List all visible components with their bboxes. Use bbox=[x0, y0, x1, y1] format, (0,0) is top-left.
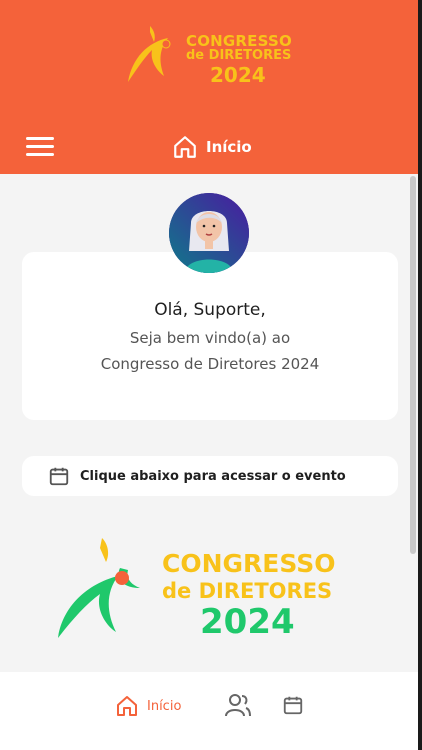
calendar-icon bbox=[283, 696, 303, 715]
device-edge bbox=[418, 0, 422, 750]
menu-icon[interactable] bbox=[26, 137, 54, 157]
welcome-line-1: Seja bem vindo(a) ao bbox=[129, 329, 291, 347]
banner-line-2: de DIRETORES bbox=[162, 579, 333, 603]
avatar[interactable] bbox=[169, 193, 249, 273]
app-header: CONGRESSO de DIRETORES 2024 Início bbox=[0, 0, 418, 174]
logo-figure-icon bbox=[128, 26, 171, 82]
logo-line-2: de DIRETORES bbox=[186, 48, 292, 63]
user-avatar-icon bbox=[169, 193, 249, 273]
access-event-label: Clique abaixo para acessar o evento bbox=[80, 468, 346, 484]
tab-calendar[interactable] bbox=[282, 693, 304, 717]
welcome-card: Olá, Suporte, Seja bem vindo(a) ao Congr… bbox=[22, 252, 398, 420]
banner-figure-icon bbox=[58, 538, 140, 638]
event-banner[interactable]: CONGRESSO de DIRETORES 2024 bbox=[54, 536, 350, 644]
logo-line-3: 2024 bbox=[210, 63, 266, 87]
tab-home[interactable]: Início bbox=[115, 694, 181, 718]
tab-home-label: Início bbox=[147, 698, 182, 714]
home-icon bbox=[174, 136, 196, 158]
tab-people[interactable] bbox=[224, 692, 252, 718]
greeting-text: Olá, Suporte, bbox=[154, 300, 266, 320]
welcome-line-2: Congresso de Diretores 2024 bbox=[100, 355, 320, 373]
page-title: Início bbox=[172, 133, 252, 161]
banner-line-3: 2024 bbox=[200, 602, 295, 642]
scrollbar[interactable] bbox=[410, 176, 416, 554]
bottom-nav bbox=[0, 672, 418, 750]
home-icon bbox=[117, 696, 137, 716]
access-event-button[interactable]: Clique abaixo para acessar o evento bbox=[22, 456, 398, 496]
banner-line-1: CONGRESSO bbox=[162, 549, 336, 578]
calendar-icon bbox=[49, 467, 69, 486]
page-title-label: Início bbox=[206, 138, 252, 156]
app-screen: CONGRESSO de DIRETORES 2024 Início Olá, … bbox=[0, 0, 418, 750]
event-logo: CONGRESSO de DIRETORES 2024 bbox=[120, 20, 300, 90]
people-icon bbox=[225, 694, 251, 717]
